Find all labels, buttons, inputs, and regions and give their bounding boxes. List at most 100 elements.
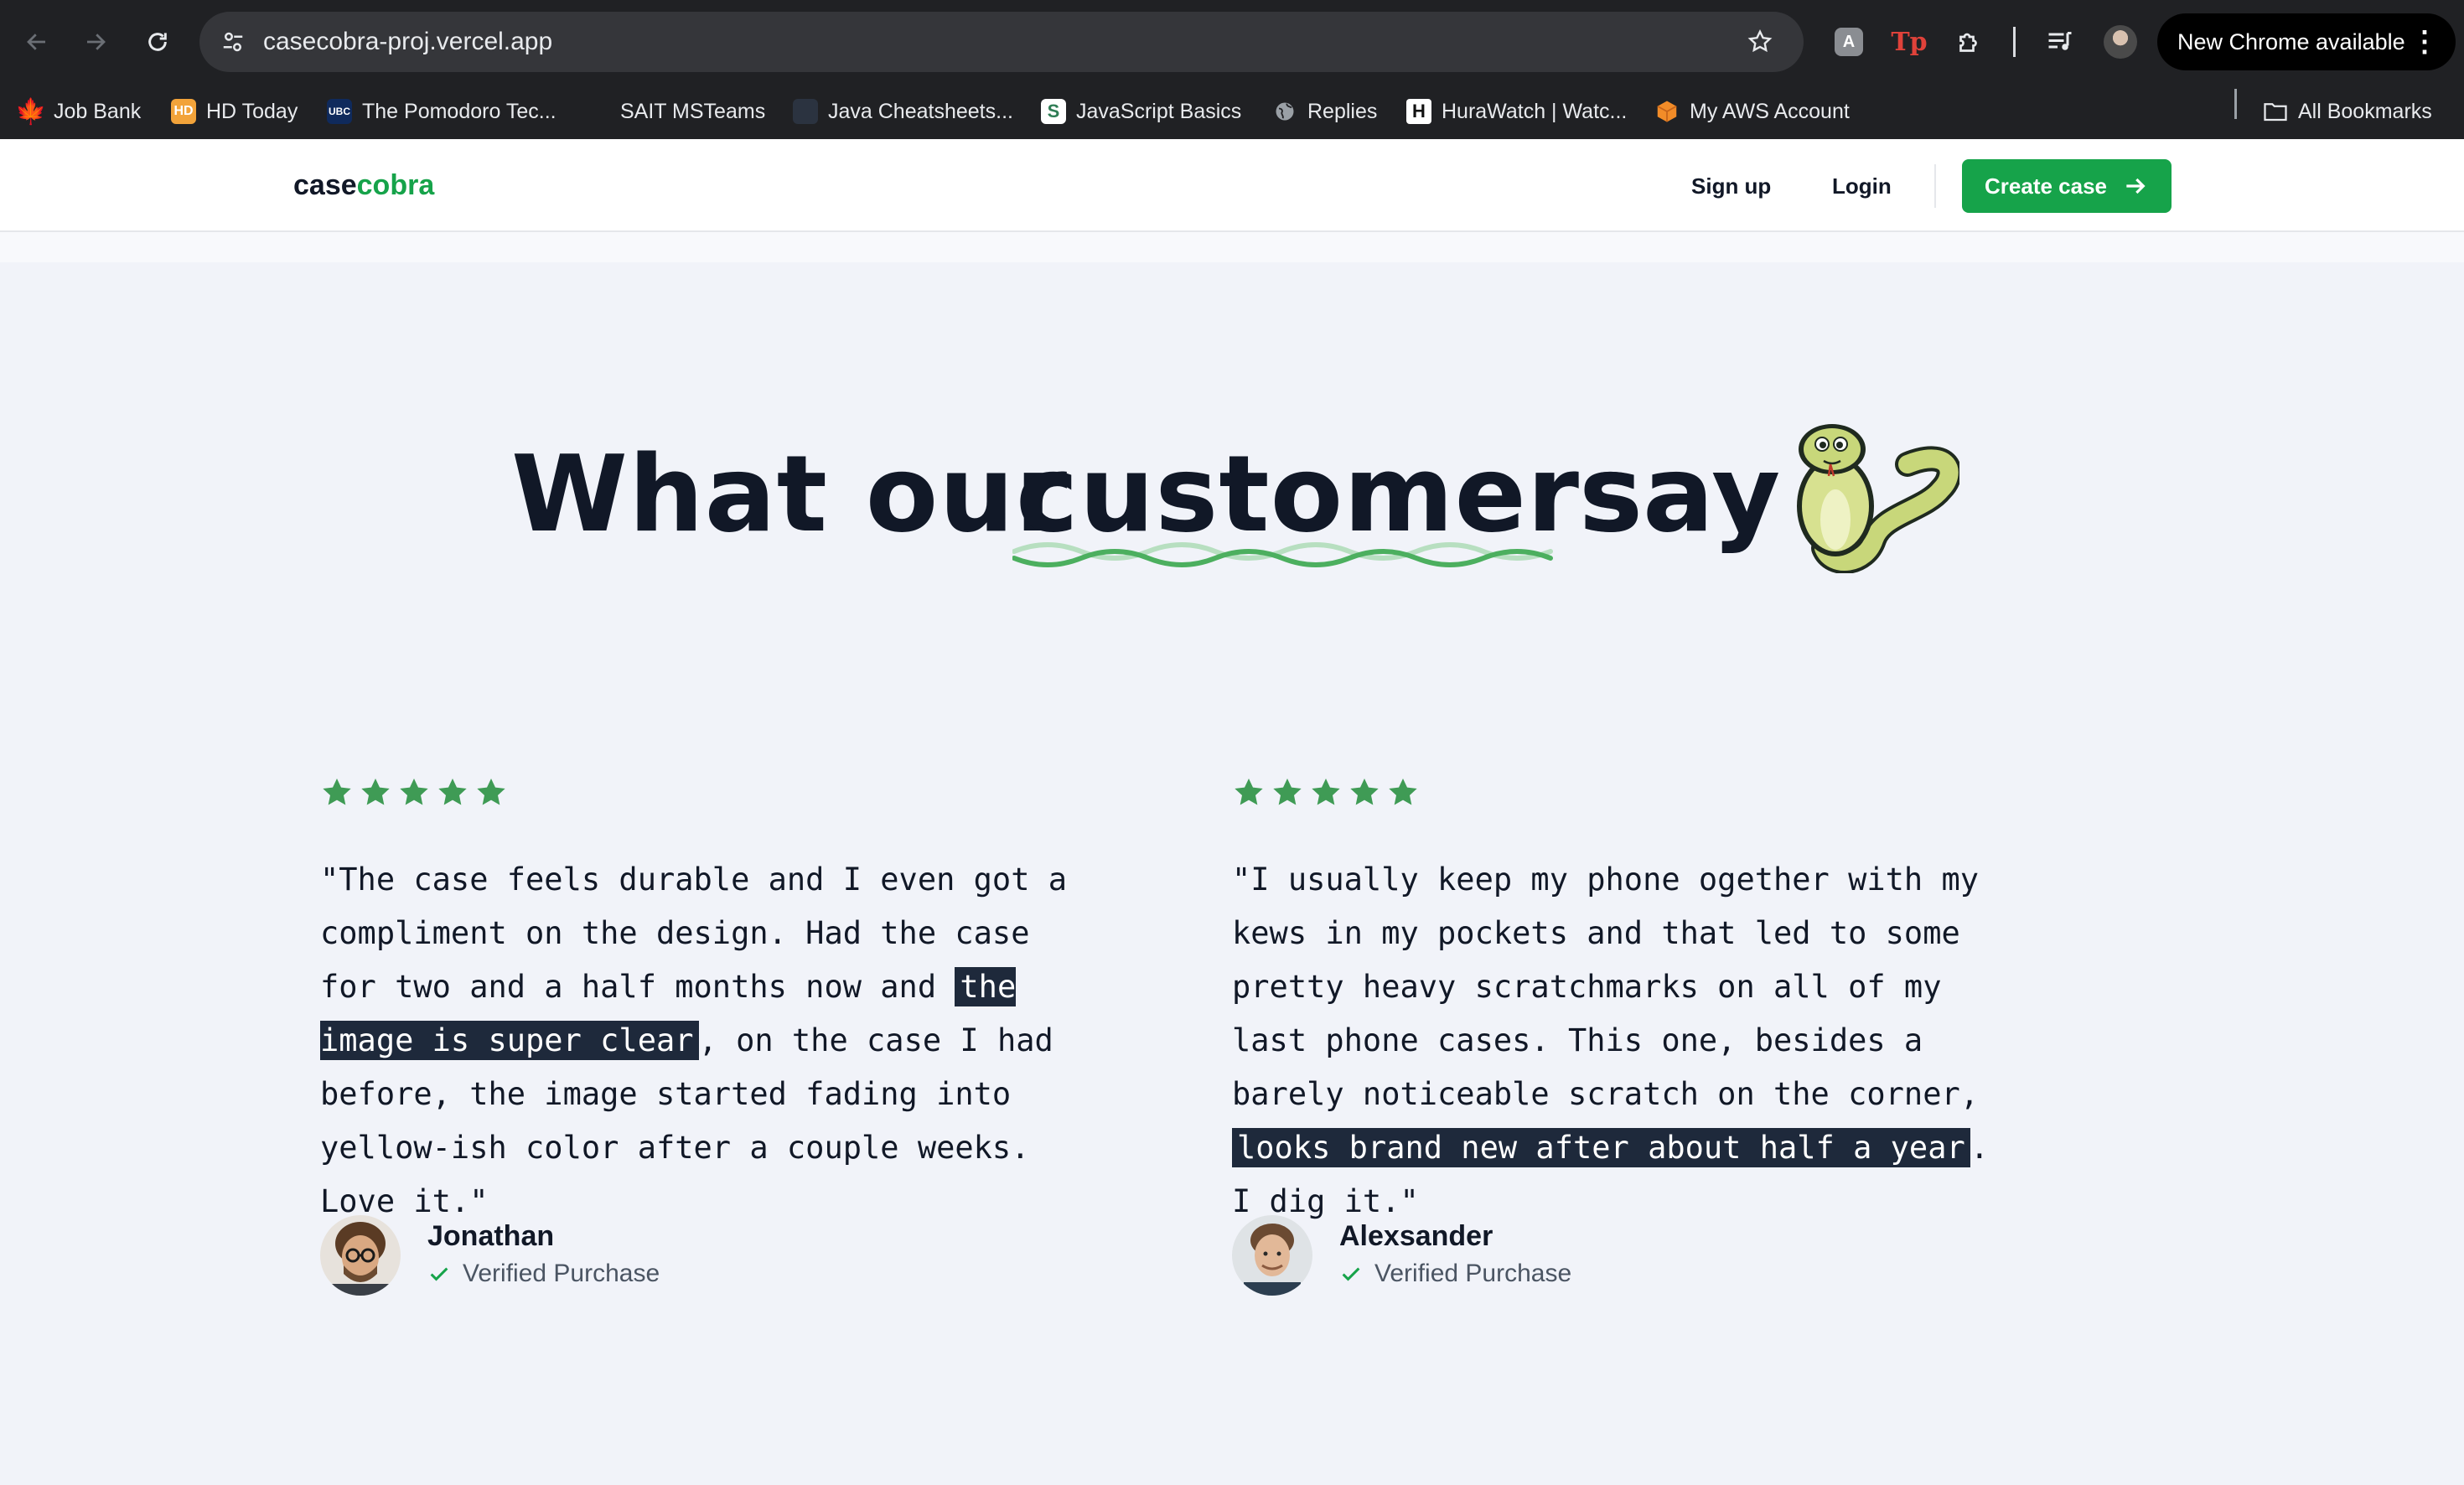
media-controls-button[interactable] (2040, 22, 2080, 62)
review-text: "The case feels durable and I even got a… (320, 853, 1091, 1229)
bookmark-hurawatch[interactable]: H HuraWatch | Watc... (1406, 84, 1627, 139)
user-photo-icon (1232, 1215, 1312, 1296)
bookmark-label: JavaScript Basics (1076, 99, 1242, 123)
bookmark-label: SAIT MSTeams (620, 99, 766, 123)
address-bar[interactable]: casecobra-proj.vercel.app (199, 12, 1804, 72)
bookmark-label: The Pomodoro Tec... (362, 99, 556, 123)
star-icon (1273, 779, 1302, 805)
bookmarks-bar: 🍁 Job Bank HD HD Today UBC The Pomodoro … (0, 84, 2464, 139)
bookmark-javascript-basics[interactable]: S JavaScript Basics (1041, 84, 1241, 139)
star-rating (320, 776, 1108, 811)
verified-purchase: Verified Purchase (427, 1257, 660, 1291)
new-chrome-label: New Chrome available (2177, 29, 2405, 54)
review-text-start: "I usually keep my phone ogether with my… (1232, 862, 1980, 1112)
create-case-button[interactable]: Create case (1962, 159, 2172, 213)
folder-icon (2263, 99, 2288, 124)
back-button[interactable] (13, 18, 60, 65)
review-author: Jonathan Verified Purchase (320, 1215, 907, 1299)
tune-icon (223, 32, 243, 52)
site-info-button[interactable] (215, 23, 251, 60)
ubc-icon: UBC (327, 99, 352, 124)
s-icon: S (1041, 99, 1066, 124)
bookmark-replies[interactable]: Replies (1272, 84, 1377, 139)
kebab-menu-icon: ⋮ (2410, 26, 2439, 58)
bookmarks-divider (2234, 89, 2237, 119)
star-icon (1235, 779, 1263, 805)
bookmark-label: HD Today (206, 99, 298, 123)
hd-icon: HD (171, 99, 196, 124)
squiggle-underline-icon (1012, 542, 1553, 567)
queue-music-icon (2048, 32, 2072, 50)
tp-extension-button[interactable]: Tp (1889, 22, 1929, 62)
extension-icon: A (1835, 28, 1863, 56)
star-rating (1232, 776, 2020, 811)
bookmark-star-button[interactable] (1740, 22, 1780, 62)
profile-avatar-icon (2104, 25, 2137, 59)
microsoft-icon (585, 99, 610, 124)
heading-part-2: say (1579, 432, 1782, 556)
bookmark-label: HuraWatch | Watc... (1442, 99, 1628, 123)
logo[interactable]: casecobra (293, 164, 434, 206)
all-bookmarks-label: All Bookmarks (2298, 99, 2432, 123)
user-photo-icon (320, 1215, 401, 1296)
bookmark-job-bank[interactable]: 🍁 Job Bank (15, 84, 141, 139)
java-icon (793, 99, 818, 124)
logo-primary: case (293, 169, 357, 201)
extensions-menu-button[interactable] (1949, 22, 1990, 62)
review-card: "The case feels durable and I even got a… (320, 776, 1108, 1296)
arrow-right-icon (2126, 178, 2146, 194)
review-card: "I usually keep my phone ogether with my… (1232, 776, 2020, 1296)
browser-toolbar: casecobra-proj.vercel.app A Tp New Chrom… (0, 0, 2464, 84)
avatar (320, 1215, 401, 1296)
verified-label: Verified Purchase (463, 1260, 660, 1287)
author-name: Alexsander (1339, 1220, 1493, 1252)
h-icon: H (1406, 99, 1431, 124)
login-link[interactable]: Login (1832, 169, 1892, 203)
avatar (1232, 1215, 1312, 1296)
star-icon (400, 779, 428, 805)
arrow-left-icon (27, 34, 45, 50)
bookmark-hd-today[interactable]: HD HD Today (171, 84, 298, 139)
reload-button[interactable] (134, 18, 181, 65)
author-name: Jonathan (427, 1220, 555, 1252)
heading-part-1: What our (511, 432, 1069, 556)
header-divider (1934, 164, 1936, 208)
star-icon (438, 779, 467, 805)
all-bookmarks-button[interactable]: All Bookmarks (2263, 84, 2432, 139)
header-spacer (0, 232, 2464, 262)
arrow-right-icon (87, 34, 106, 50)
bookmark-label: My AWS Account (1690, 99, 1850, 123)
star-icon (1389, 779, 1417, 805)
star-icon (1312, 779, 1340, 805)
forward-button[interactable] (72, 18, 119, 65)
aws-icon (1654, 99, 1680, 124)
bookmark-sait-msteams[interactable]: SAIT MSTeams (585, 84, 765, 139)
review-highlight: looks brand new after about half a year (1232, 1128, 1970, 1167)
create-case-label: Create case (1985, 173, 2107, 199)
star-icon (323, 779, 351, 805)
bookmark-label: Java Cheatsheets... (828, 99, 1013, 123)
profile-button[interactable] (2100, 22, 2140, 62)
bookmark-aws-account[interactable]: My AWS Account (1654, 84, 1850, 139)
sign-up-link[interactable]: Sign up (1691, 169, 1771, 203)
check-icon (1342, 1267, 1360, 1281)
puzzle-icon (1959, 33, 1977, 52)
star-outline-icon (1747, 28, 1773, 53)
reload-icon (148, 33, 167, 51)
review-text: "I usually keep my phone ogether with my… (1232, 853, 2020, 1229)
maple-leaf-icon: 🍁 (15, 97, 47, 126)
check-icon (430, 1267, 448, 1281)
star-icon (1350, 779, 1379, 805)
toolbar-divider (2013, 27, 2016, 57)
bookmark-java-cheatsheets[interactable]: Java Cheatsheets... (793, 84, 1013, 139)
logo-accent: cobra (356, 169, 435, 201)
globe-icon (1272, 99, 1297, 124)
verified-label: Verified Purchase (1374, 1260, 1572, 1287)
url-text[interactable]: casecobra-proj.vercel.app (263, 12, 552, 72)
extension-button[interactable]: A (1829, 22, 1869, 62)
bookmark-label: Replies (1307, 99, 1378, 123)
bookmark-pomodoro[interactable]: UBC The Pomodoro Tec... (327, 84, 556, 139)
cobra-mascot-icon (1797, 424, 1959, 573)
new-chrome-available-button[interactable]: New Chrome available ⋮ (2157, 13, 2456, 70)
star-icon (361, 779, 390, 805)
